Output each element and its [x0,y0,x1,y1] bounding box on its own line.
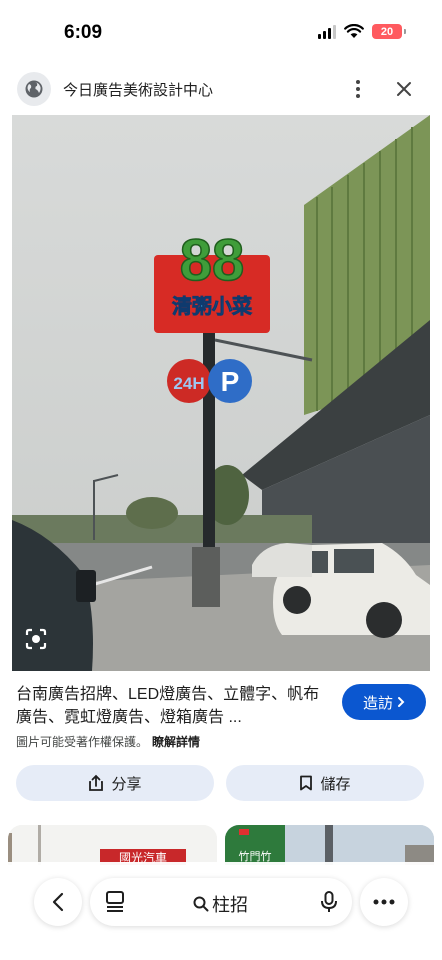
related-image-thumbnail[interactable]: 竹門竹 [225,825,434,865]
status-icons: 20 [318,24,406,39]
share-icon [89,774,104,791]
bottom-toolbar: 柱招 [0,862,442,960]
save-button[interactable]: 儲存 [226,765,424,801]
search-query: 柱招 [212,895,248,915]
share-button[interactable]: 分享 [16,765,214,801]
related-image-thumbnail[interactable]: 國光汽車 [8,825,217,865]
site-title[interactable]: 今日廣告美術設計中心 [63,79,213,100]
tabs-icon[interactable] [104,890,126,914]
chevron-left-icon [52,892,64,912]
status-time: 6:09 [64,22,103,43]
page-header: 今日廣告美術設計中心 [0,64,442,114]
street-sign-photo: 88 清粥小菜 24H P [12,115,430,671]
copyright-notice: 圖片可能受著作權保護。 瞭解詳情 [16,733,200,750]
globe-icon[interactable] [17,72,51,106]
result-title[interactable]: 台南廣告招牌、LED燈廣告、立體字、帆布廣告、霓虹燈廣告、燈箱廣告 ... [16,683,334,729]
bookmark-icon [300,775,313,791]
more-options-icon[interactable] [346,76,370,102]
share-button-label: 分享 [111,775,142,793]
search-icon [193,896,209,912]
status-bar: 6:09 20 [0,0,442,64]
sign-parking: P [221,366,240,397]
save-button-label: 儲存 [320,775,351,793]
thumbnail-sign-text: 竹門竹 [239,849,272,863]
sign-24h: 24H [173,374,204,393]
back-button[interactable] [34,878,82,926]
chevron-right-icon [398,697,405,707]
wifi-icon [344,24,364,38]
sign-number: 88 [180,228,245,293]
visit-button[interactable]: 造訪 [342,684,426,720]
sign-text: 清粥小菜 [172,294,252,318]
lens-icon[interactable] [22,625,50,653]
more-horizontal-icon [373,899,395,905]
more-menu-button[interactable] [360,878,408,926]
copyright-text: 圖片可能受著作權保護。 [16,735,149,749]
search-query-wrap[interactable]: 柱招 [193,891,248,917]
result-image[interactable]: 88 清粥小菜 24H P [12,115,430,671]
learn-more-link[interactable]: 瞭解詳情 [152,735,200,749]
close-icon[interactable] [392,76,416,102]
microphone-icon[interactable] [320,890,338,914]
search-bar[interactable]: 柱招 [90,878,352,926]
cellular-signal-icon [318,24,336,39]
visit-button-label: 造訪 [362,694,393,712]
battery-icon: 20 [372,24,406,39]
